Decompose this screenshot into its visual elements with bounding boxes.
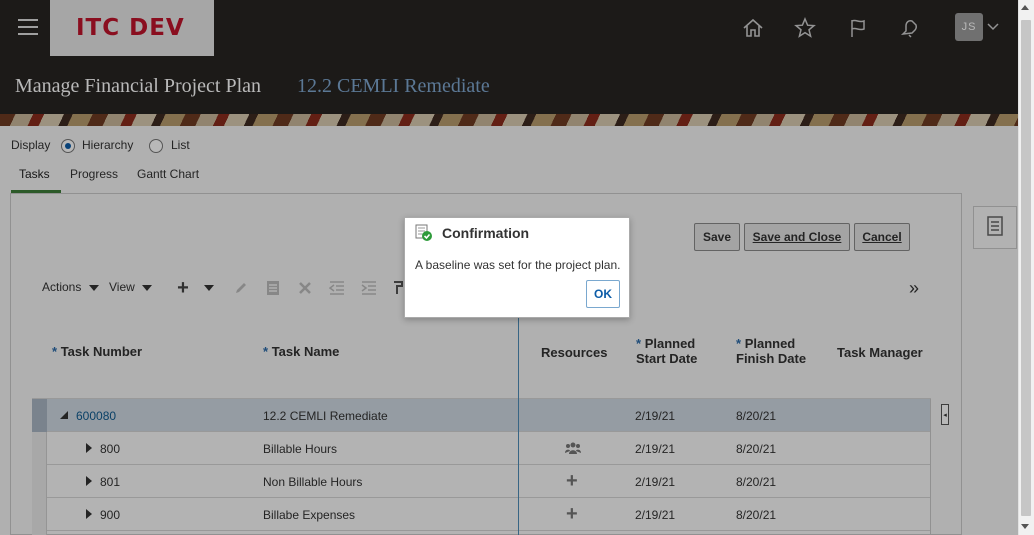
dialog-title: Confirmation <box>442 225 530 241</box>
ok-button[interactable]: OK <box>586 280 620 308</box>
dialog-message: A baseline was set for the project plan. <box>415 258 621 272</box>
scrollbar-thumb[interactable] <box>1021 20 1031 516</box>
confirmation-dialog: Confirmation A baseline was set for the … <box>404 217 630 318</box>
scroll-up-arrow-icon[interactable] <box>1021 5 1029 10</box>
confirmation-check-icon <box>415 224 433 242</box>
scroll-down-arrow-icon[interactable] <box>1021 524 1029 529</box>
